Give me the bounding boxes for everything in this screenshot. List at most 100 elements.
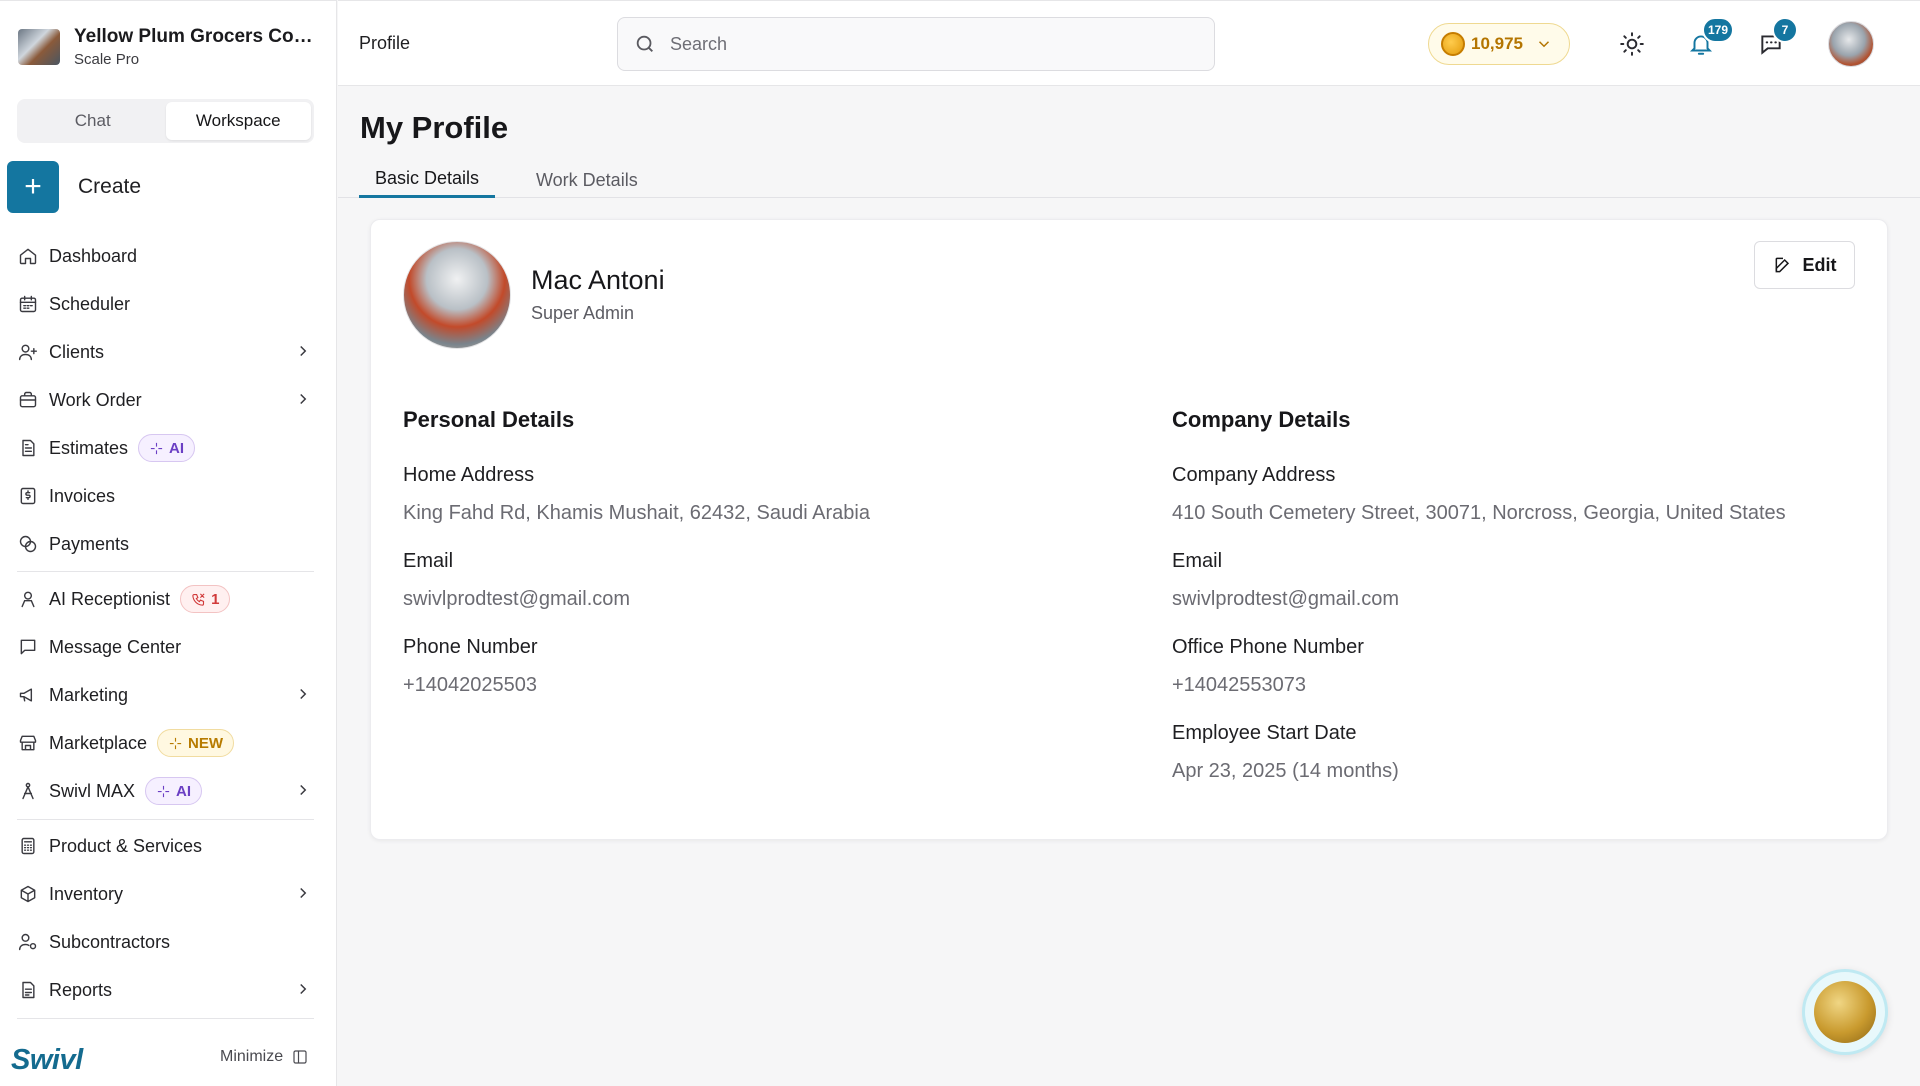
sidebar-item-label: Estimates [49, 437, 129, 458]
sidebar-item-label: Invoices [49, 485, 116, 506]
swivl-logo: Swivl [11, 1044, 83, 1076]
sidebar-item-dashboard[interactable]: Dashboard [17, 238, 317, 274]
theme-toggle-button[interactable] [1615, 27, 1649, 61]
sidebar-item-label: Inventory [49, 883, 124, 904]
edit-button[interactable]: Edit [1754, 241, 1855, 289]
personal-email-label: Email [403, 550, 454, 572]
dollar-doc-icon [17, 485, 39, 507]
sun-icon [1620, 32, 1644, 56]
user-avatar[interactable] [1828, 21, 1874, 67]
phone-missed-icon [192, 592, 205, 606]
personal-email-value: swivlprodtest@gmail.com [403, 588, 631, 610]
create-label: Create [78, 175, 142, 198]
sidebar-item-inventory[interactable]: Inventory [17, 876, 317, 912]
sidebar-item-label: Marketplace [49, 732, 148, 753]
sidebar-item-label: Marketing [49, 684, 129, 705]
sidebar-item-swivl-max[interactable]: Swivl MAX AI [17, 773, 317, 809]
workspace-tab[interactable]: Workspace [165, 102, 311, 140]
sidebar-item-marketing[interactable]: Marketing [17, 677, 317, 713]
breadcrumb: Profile [359, 33, 411, 53]
sidebar-item-label: Clients [49, 341, 105, 362]
sidebar-item-subcontractors[interactable]: Subcontractors [17, 924, 317, 960]
sidebar-item-invoices[interactable]: Invoices [17, 478, 317, 514]
max-icon [17, 780, 39, 802]
office-phone-value: +14042553073 [1172, 674, 1307, 696]
messages-button[interactable]: 7 [1754, 17, 1798, 61]
sidebar-item-payments[interactable]: Payments [17, 526, 317, 562]
search-icon [636, 35, 653, 52]
sidebar-item-label: AI Receptionist [49, 588, 171, 609]
start-date-value: Apr 23, 2025 (14 months) [1172, 760, 1399, 782]
sidebar-item-label: Payments [49, 533, 130, 554]
personal-details-title: Personal Details [403, 407, 575, 432]
topbar: Profile 10,975 179 7 [338, 0, 1920, 86]
minimize-button[interactable]: Minimize [220, 1048, 309, 1066]
mode-toggle: Chat Workspace [17, 99, 314, 143]
sidebar-item-ai-receptionist[interactable]: AI Receptionist 1 [17, 581, 317, 617]
tab-basic-details[interactable]: Basic Details [359, 162, 496, 198]
company-details-title: Company Details [1172, 407, 1351, 432]
chat-tab[interactable]: Chat [20, 102, 166, 140]
sidebar-divider [17, 571, 314, 572]
calculator-icon [17, 835, 39, 857]
edit-icon [1775, 257, 1789, 273]
sidebar-item-clients[interactable]: Clients [17, 334, 317, 370]
notifications-button[interactable]: 179 [1684, 17, 1734, 61]
message-icon [17, 636, 39, 658]
company-email-label: Email [1172, 550, 1223, 572]
sidebar-divider [17, 819, 314, 820]
sidebar-item-label: Dashboard [49, 245, 138, 266]
sidebar-item-label: Reports [49, 979, 113, 1000]
search-input[interactable] [670, 33, 1190, 55]
credits-button[interactable]: 10,975 [1428, 23, 1570, 65]
receptionist-icon [17, 588, 39, 610]
sidebar-item-label: Swivl MAX [49, 780, 136, 801]
office-phone-label: Office Phone Number [1172, 636, 1364, 658]
home-address-label: Home Address [403, 464, 535, 486]
coin-icon [1441, 32, 1465, 56]
workspace-switcher[interactable]: Yellow Plum Grocers Com... Scale Pro [18, 23, 319, 71]
company-name: Yellow Plum Grocers Com... [74, 26, 319, 47]
ai-assistant-button[interactable] [1802, 969, 1888, 1055]
sidebar-item-label: Work Order [49, 389, 142, 410]
sidebar-item-marketplace[interactable]: Marketplace NEW [17, 725, 317, 761]
sidebar-item-message-center[interactable]: Message Center [17, 629, 317, 665]
chevron-down-icon [1538, 41, 1550, 48]
plus-icon: + [7, 161, 59, 213]
ai-badge: AI [138, 434, 196, 462]
start-date-label: Employee Start Date [1172, 722, 1357, 744]
sidebar-item-estimates[interactable]: Estimates AI [17, 430, 317, 466]
sidebar-item-work-order[interactable]: Work Order [17, 382, 317, 418]
credits-value: 10,975 [1471, 34, 1523, 53]
sidebar-divider [17, 1018, 314, 1019]
tab-work-details[interactable]: Work Details [520, 162, 654, 198]
sparkle-icon [150, 442, 163, 454]
coins-icon [17, 533, 39, 555]
document-icon [17, 437, 39, 459]
notifications-count: 179 [1701, 17, 1734, 43]
sparkle-icon [157, 785, 170, 797]
store-icon [17, 732, 39, 754]
create-button[interactable]: + Create [7, 161, 141, 213]
sidebar-collapse-icon [293, 1050, 307, 1064]
megaphone-icon [17, 684, 39, 706]
edit-label: Edit [1802, 254, 1837, 275]
profile-card: Mac Antoni Super Admin Edit Personal Det… [370, 219, 1888, 840]
sidebar-item-reports[interactable]: Reports [17, 972, 317, 1008]
company-address-value: 410 South Cemetery Street, 30071, Norcro… [1172, 502, 1786, 524]
chevron-right-icon [294, 781, 312, 801]
missed-call-badge: 1 [180, 585, 231, 613]
chevron-right-icon [294, 884, 312, 904]
home-address-value: King Fahd Rd, Khamis Mushait, 62432, Sau… [403, 502, 870, 524]
chevron-right-icon [294, 685, 312, 705]
sidebar-item-scheduler[interactable]: Scheduler [17, 286, 317, 322]
phone-number-value: +14042025503 [403, 674, 538, 696]
sidebar-item-label: Message Center [49, 636, 182, 657]
page-title: My Profile [360, 110, 509, 145]
sidebar-item-product-services[interactable]: Product & Services [17, 828, 317, 864]
briefcase-icon [17, 389, 39, 411]
ai-badge: AI [145, 777, 203, 805]
profile-role: Super Admin [531, 303, 635, 323]
sidebar-item-label: Subcontractors [49, 931, 171, 952]
plan-name: Scale Pro [74, 51, 140, 68]
